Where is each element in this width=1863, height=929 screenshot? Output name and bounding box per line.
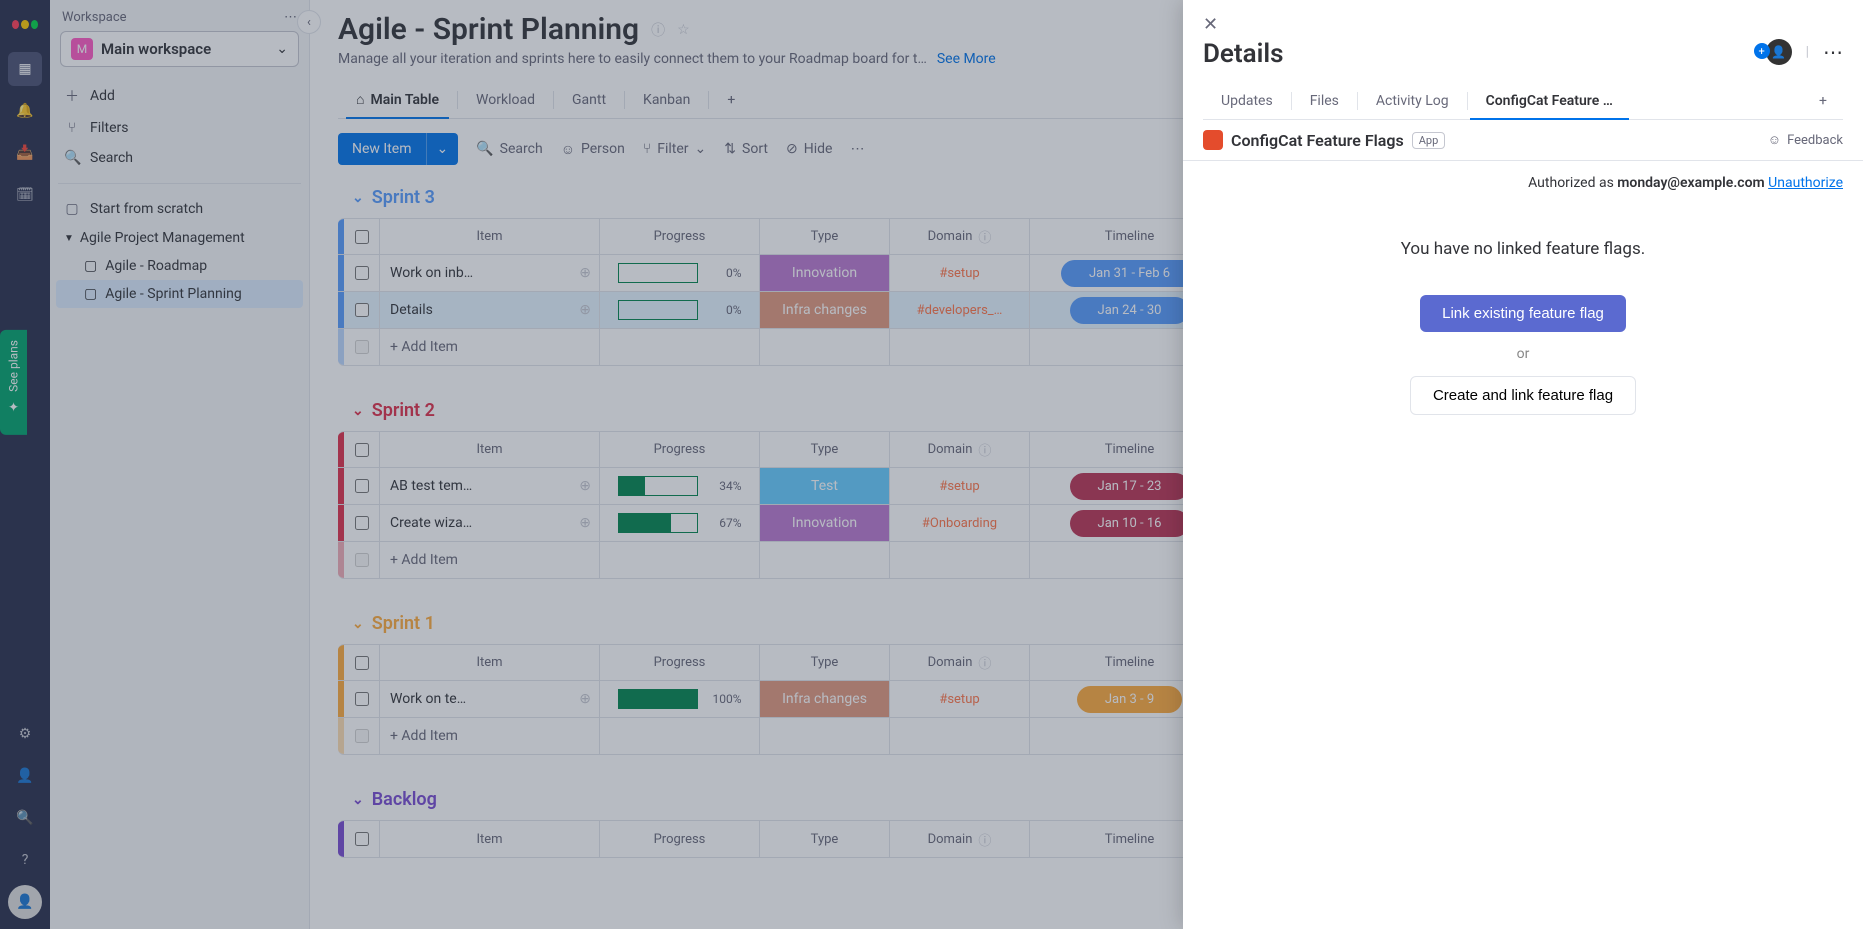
auth-line: Authorized as monday@example.com Unautho…	[1203, 175, 1843, 191]
create-feature-flag-button[interactable]: Create and link feature flag	[1410, 376, 1636, 415]
or-label: or	[1203, 346, 1843, 362]
panel-tab-add[interactable]: +	[1803, 83, 1843, 119]
panel-app-name: ConfigCat Feature Flags	[1231, 131, 1404, 150]
panel-title: Details	[1203, 39, 1284, 69]
feedback-icon: ☺	[1768, 132, 1781, 148]
feedback-button[interactable]: ☺ Feedback	[1768, 132, 1843, 148]
panel-tabs: Updates Files Activity Log ConfigCat Fea…	[1203, 83, 1843, 120]
panel-app-header: ConfigCat Feature Flags App	[1203, 130, 1445, 150]
panel-tab-files[interactable]: Files	[1292, 83, 1357, 119]
empty-message: You have no linked feature flags.	[1203, 239, 1843, 259]
panel-tab-configcat[interactable]: ConfigCat Feature …	[1468, 83, 1631, 119]
auth-email: monday@example.com	[1617, 175, 1764, 191]
details-panel: ✕ Details +👤 | ⋯ Updates Files Activity …	[1183, 0, 1863, 929]
panel-avatar[interactable]: +👤	[1766, 39, 1792, 65]
link-feature-flag-button[interactable]: Link existing feature flag	[1420, 295, 1626, 332]
panel-tab-updates[interactable]: Updates	[1203, 83, 1291, 119]
panel-tab-activity[interactable]: Activity Log	[1358, 83, 1467, 119]
app-badge: App	[1412, 132, 1446, 149]
panel-more-icon[interactable]: ⋯	[1823, 40, 1843, 64]
add-member-icon[interactable]: +	[1754, 43, 1770, 59]
configcat-icon	[1203, 130, 1223, 150]
unauthorize-link[interactable]: Unauthorize	[1768, 175, 1843, 191]
close-icon[interactable]: ✕	[1203, 14, 1843, 35]
